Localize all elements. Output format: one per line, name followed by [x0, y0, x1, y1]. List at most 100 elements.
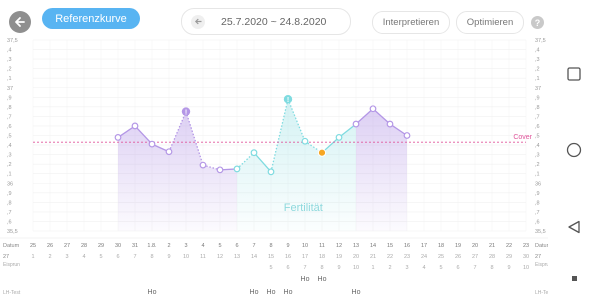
cycle-day-label: 1	[31, 254, 34, 260]
ovulation-day-label: 3	[405, 265, 408, 271]
ovulation-day-label: 10	[353, 265, 359, 271]
square-icon	[567, 67, 581, 81]
y-tick-label-right: ,8	[535, 200, 540, 206]
date-label: 28	[81, 243, 87, 249]
ovulation-day-label: 10	[523, 265, 529, 271]
triangle-back-icon	[568, 220, 580, 234]
cycle-day-label: 21	[370, 254, 376, 260]
y-tick-label-left: 37	[7, 86, 13, 92]
date-label: 6	[235, 243, 238, 249]
row-label-date: Datum	[3, 243, 20, 249]
date-label: 17	[421, 243, 427, 249]
y-tick-label-right: ,3	[535, 57, 540, 63]
cycle-day-label: 3	[65, 254, 68, 260]
y-tick-label-right: 37	[535, 86, 541, 92]
row-label-date-right: Datum	[535, 243, 548, 249]
date-label: 29	[98, 243, 104, 249]
cycle-day-label: 26	[455, 254, 461, 260]
y-tick-label-right: ,4	[535, 143, 540, 149]
row-label-lh: LH-Test	[3, 290, 21, 296]
home-button[interactable]	[566, 142, 582, 158]
android-nav-bar	[548, 0, 600, 300]
ovulation-day-label: 2	[388, 265, 391, 271]
y-tick-label-left: ,9	[7, 191, 12, 197]
temperature-point[interactable]	[114, 134, 122, 141]
cycle-day-label: 17	[302, 254, 308, 260]
y-tick-label-right: 37,5	[535, 38, 546, 44]
y-tick-label-right: ,7	[535, 114, 540, 120]
temperature-point[interactable]	[335, 134, 343, 141]
cycle-day-label: 4	[82, 254, 85, 260]
temperature-point[interactable]	[199, 161, 207, 169]
temperature-point[interactable]	[250, 149, 258, 157]
temperature-point[interactable]	[267, 168, 275, 176]
cycle-day-label: 13	[234, 254, 240, 260]
cycle-day-label: 22	[387, 254, 393, 260]
cycle-day-label: 25	[438, 254, 444, 260]
y-tick-label-left: 37,5	[7, 38, 18, 44]
temperature-point[interactable]	[386, 120, 394, 128]
temperature-point[interactable]	[131, 122, 139, 130]
cycle-day-label: 6	[116, 254, 119, 260]
y-tick-label-left: ,7	[7, 210, 12, 216]
date-label: 5	[218, 243, 221, 249]
y-tick-label-right: ,9	[535, 95, 540, 101]
temperature-point[interactable]	[403, 132, 411, 139]
circle-icon	[566, 142, 582, 158]
date-label: 19	[455, 243, 461, 249]
date-label: 16	[404, 243, 410, 249]
cycle-day-label: 12	[217, 254, 223, 260]
date-label: 23	[523, 243, 529, 249]
ovulation-day-label: 9	[337, 265, 340, 271]
date-label: 10	[302, 243, 308, 249]
date-label: 26	[47, 243, 53, 249]
ovulation-day-label: 8	[490, 265, 493, 271]
date-label: 2	[167, 243, 170, 249]
y-tick-label-right: ,7	[535, 210, 540, 216]
ho-marker: Ho	[352, 289, 361, 296]
date-label: 12	[336, 243, 342, 249]
cycle-day-label: 5	[99, 254, 102, 260]
recent-apps-button[interactable]	[566, 66, 582, 82]
y-tick-label-right: ,6	[535, 124, 540, 130]
y-tick-label-right: ,3	[535, 153, 540, 159]
temperature-point[interactable]	[352, 120, 360, 128]
alert-mark: !	[287, 97, 289, 104]
star-point-icon[interactable]	[317, 148, 327, 157]
back-nav-button[interactable]	[566, 219, 582, 235]
y-tick-label-left: ,2	[7, 67, 12, 73]
ho-marker: Ho	[267, 289, 276, 296]
date-label: 9	[286, 243, 289, 249]
date-label: 14	[370, 243, 376, 249]
ovulation-day-label: 8	[320, 265, 323, 271]
temperature-point[interactable]	[165, 148, 173, 156]
temperature-point[interactable]	[301, 137, 309, 145]
cycle-day-label: 20	[353, 254, 359, 260]
ovulation-day-label: 6	[456, 265, 459, 271]
dot-icon	[571, 275, 577, 281]
ovulation-day-label: 7	[473, 265, 476, 271]
date-label: 27	[64, 243, 70, 249]
cycle-day-label: 16	[285, 254, 291, 260]
y-tick-label-left: ,5	[7, 134, 12, 140]
ho-marker: Ho	[284, 289, 293, 296]
y-tick-label-left: ,6	[7, 219, 12, 225]
cycle-day-label: 2	[48, 254, 51, 260]
temperature-point[interactable]	[216, 166, 224, 174]
cycle-day-label: 15	[268, 254, 274, 260]
app-screen: Referenzkurve 25.7.2020 ~ 24.8.2020 Inte…	[0, 0, 548, 300]
temperature-point[interactable]	[369, 105, 377, 113]
row-label-cycle-right: Eisprun	[535, 262, 548, 268]
cycle-day-label: 7	[133, 254, 136, 260]
ho-marker: Ho	[318, 276, 327, 283]
cycle-day-label: 9	[167, 254, 170, 260]
y-tick-label-left: ,8	[7, 200, 12, 206]
y-tick-label-right: ,8	[535, 105, 540, 111]
temperature-point[interactable]	[148, 140, 156, 148]
temperature-point[interactable]	[233, 165, 241, 173]
date-label: 1.8.	[147, 243, 157, 249]
y-tick-label-right: ,1	[535, 76, 540, 82]
y-tick-label-right: ,1	[535, 172, 540, 178]
ovulation-day-label: 4	[422, 265, 425, 271]
date-label: 15	[387, 243, 393, 249]
